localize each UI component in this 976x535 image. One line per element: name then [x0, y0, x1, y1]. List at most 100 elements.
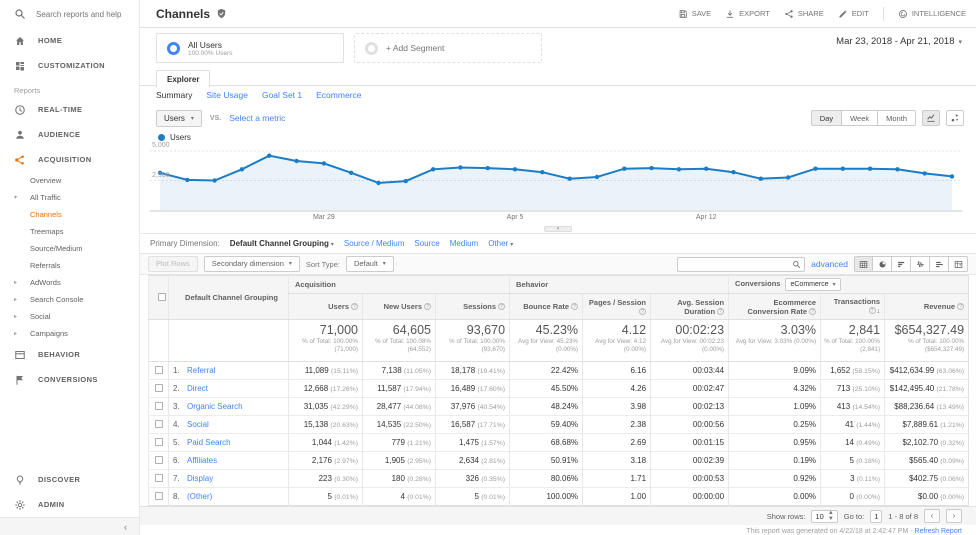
row-checkbox[interactable] — [154, 365, 163, 374]
dimension-other-dropdown[interactable]: Other ▾ — [488, 239, 513, 248]
column-header-new-users[interactable]: New Users? — [362, 293, 436, 320]
sidebar-item-conversions[interactable]: CONVERSIONS — [0, 367, 139, 392]
conversions-goal-selector[interactable]: eCommerce ▾ — [785, 278, 841, 291]
sidebar-item-source-medium[interactable]: Source/Medium — [0, 240, 139, 257]
tab-summary[interactable]: Summary — [156, 90, 192, 100]
refresh-report-link[interactable]: Refresh Report — [915, 528, 962, 535]
tab-site-usage[interactable]: Site Usage — [206, 90, 248, 100]
table-search-input[interactable] — [678, 257, 793, 271]
sidebar-item-adwords[interactable]: ▸ AdWords — [0, 274, 139, 291]
comparison-view-button[interactable] — [911, 256, 930, 272]
column-header-bounce-rate[interactable]: Bounce Rate? — [509, 293, 583, 320]
users-line-chart[interactable]: 2,500 5,000 Mar 29 Apr 5 Apr 12 — [150, 142, 962, 226]
dimension-default-channel-grouping[interactable]: Default Channel Grouping ▾ — [230, 239, 334, 248]
row-checkbox[interactable] — [154, 491, 163, 500]
row-checkbox[interactable] — [154, 419, 163, 428]
add-segment-button[interactable]: + Add Segment — [354, 33, 542, 63]
channel-link[interactable]: Direct — [187, 384, 208, 393]
sidebar-item-social[interactable]: ▸ Social — [0, 308, 139, 325]
export-button[interactable]: EXPORT — [725, 9, 770, 19]
secondary-dimension-dropdown[interactable]: Secondary dimension ▾ — [203, 256, 300, 272]
advanced-search-link[interactable]: advanced — [811, 259, 848, 269]
sidebar-item-overview[interactable]: Overview — [0, 172, 139, 189]
column-header-users[interactable]: Users? — [288, 293, 363, 320]
select-all-checkbox[interactable] — [157, 292, 166, 301]
show-rows-select[interactable]: 10 ▲ ▼ — [811, 509, 838, 523]
sidebar-item-acquisition[interactable]: ACQUISITION — [0, 147, 139, 172]
column-header-ecommerce-conversion-rate[interactable]: Ecommerce Conversion Rate? — [728, 293, 821, 320]
edit-button[interactable]: EDIT — [838, 9, 869, 19]
sort-type-dropdown[interactable]: Default ▾ — [345, 256, 394, 272]
column-header-sessions[interactable]: Sessions? — [434, 293, 510, 320]
date-range-selector[interactable]: Mar 23, 2018 - Apr 21, 2018 ▾ — [836, 36, 962, 47]
segment-all-users[interactable]: All Users 100.00% Users — [156, 33, 344, 63]
channel-link[interactable]: Affiliates — [187, 456, 217, 465]
help-icon[interactable]: ? — [717, 307, 725, 315]
channel-link[interactable]: (Other) — [187, 492, 212, 501]
help-icon[interactable]: ? — [868, 306, 876, 314]
sidebar-item-referrals[interactable]: Referrals — [0, 257, 139, 274]
tab-explorer[interactable]: Explorer — [156, 70, 211, 88]
channel-link[interactable]: Referral — [187, 366, 215, 375]
dimension-source-medium[interactable]: Source / Medium — [344, 239, 404, 248]
column-header-revenue[interactable]: Revenue? — [884, 293, 969, 320]
tab-goal-set-1[interactable]: Goal Set 1 — [262, 90, 302, 100]
search-icon[interactable] — [792, 260, 801, 269]
share-button[interactable]: SHARE — [784, 9, 824, 19]
granularity-month[interactable]: Month — [878, 110, 916, 126]
sidebar-item-customization[interactable]: CUSTOMIZATION — [0, 53, 139, 78]
row-checkbox[interactable] — [154, 473, 163, 482]
dimension-source[interactable]: Source — [414, 239, 439, 248]
dimension-medium[interactable]: Medium — [450, 239, 478, 248]
channel-link[interactable]: Paid Search — [187, 438, 231, 447]
sidebar-item-treemaps[interactable]: Treemaps — [0, 223, 139, 240]
save-button[interactable]: SAVE — [678, 9, 711, 19]
performance-view-button[interactable] — [892, 256, 911, 272]
search-reports-button[interactable]: Search reports and help — [0, 0, 139, 28]
help-icon[interactable]: ? — [639, 307, 647, 315]
sidebar-item-audience[interactable]: AUDIENCE — [0, 122, 139, 147]
channel-link[interactable]: Display — [187, 474, 213, 483]
sort-descending-icon[interactable]: ↓ — [877, 308, 881, 315]
data-table-view-button[interactable] — [854, 256, 873, 272]
previous-page-button[interactable]: ‹ — [924, 509, 940, 523]
help-icon[interactable]: ? — [498, 303, 506, 310]
help-icon[interactable]: ? — [809, 307, 817, 315]
row-checkbox[interactable] — [154, 455, 163, 464]
row-checkbox[interactable] — [154, 401, 163, 410]
intelligence-button[interactable]: INTELLIGENCE — [898, 9, 966, 19]
help-icon[interactable]: ? — [571, 303, 579, 310]
next-page-button[interactable]: › — [946, 509, 962, 523]
granularity-day[interactable]: Day — [810, 110, 843, 126]
channel-link[interactable]: Social — [187, 420, 209, 429]
row-checkbox[interactable] — [154, 383, 163, 392]
pivot-view-button[interactable] — [949, 256, 968, 272]
row-checkbox[interactable] — [154, 437, 163, 446]
sidebar-collapse-button[interactable]: ‹ — [0, 517, 139, 535]
column-header-pages-session[interactable]: Pages / Session? — [582, 293, 651, 320]
motion-chart-view-button[interactable] — [946, 110, 964, 126]
tab-ecommerce[interactable]: Ecommerce — [316, 90, 361, 100]
help-icon[interactable]: ? — [424, 303, 431, 310]
term-cloud-view-button[interactable] — [930, 256, 949, 272]
metric-dropdown[interactable]: Users ▾ — [156, 109, 202, 127]
column-header-avg-session-duration[interactable]: Avg. Session Duration? — [650, 293, 729, 320]
help-icon[interactable]: ? — [351, 303, 358, 310]
sidebar-item-discover[interactable]: DISCOVER — [0, 467, 139, 492]
select-metric-link[interactable]: Select a metric — [229, 113, 285, 123]
sidebar-item-campaigns[interactable]: ▸ Campaigns — [0, 325, 139, 342]
percentage-view-button[interactable] — [873, 256, 892, 272]
sidebar-item-channels[interactable]: Channels — [0, 206, 139, 223]
sidebar-item-real-time[interactable]: REAL-TIME — [0, 97, 139, 122]
annotations-expander[interactable]: ▾ — [544, 226, 572, 232]
channel-link[interactable]: Organic Search — [187, 402, 243, 411]
sidebar-item-behavior[interactable]: BEHAVIOR — [0, 342, 139, 367]
goto-page-input[interactable]: 1 — [870, 509, 883, 523]
sidebar-item-all-traffic[interactable]: ▾ All Traffic — [0, 189, 139, 206]
column-header-transactions[interactable]: Transactions? ↓ — [820, 293, 885, 320]
sidebar-item-admin[interactable]: ADMIN — [0, 492, 139, 517]
sidebar-item-home[interactable]: HOME — [0, 28, 139, 53]
granularity-week[interactable]: Week — [842, 110, 879, 126]
line-chart-view-button[interactable] — [922, 110, 940, 126]
help-icon[interactable]: ? — [957, 303, 965, 310]
